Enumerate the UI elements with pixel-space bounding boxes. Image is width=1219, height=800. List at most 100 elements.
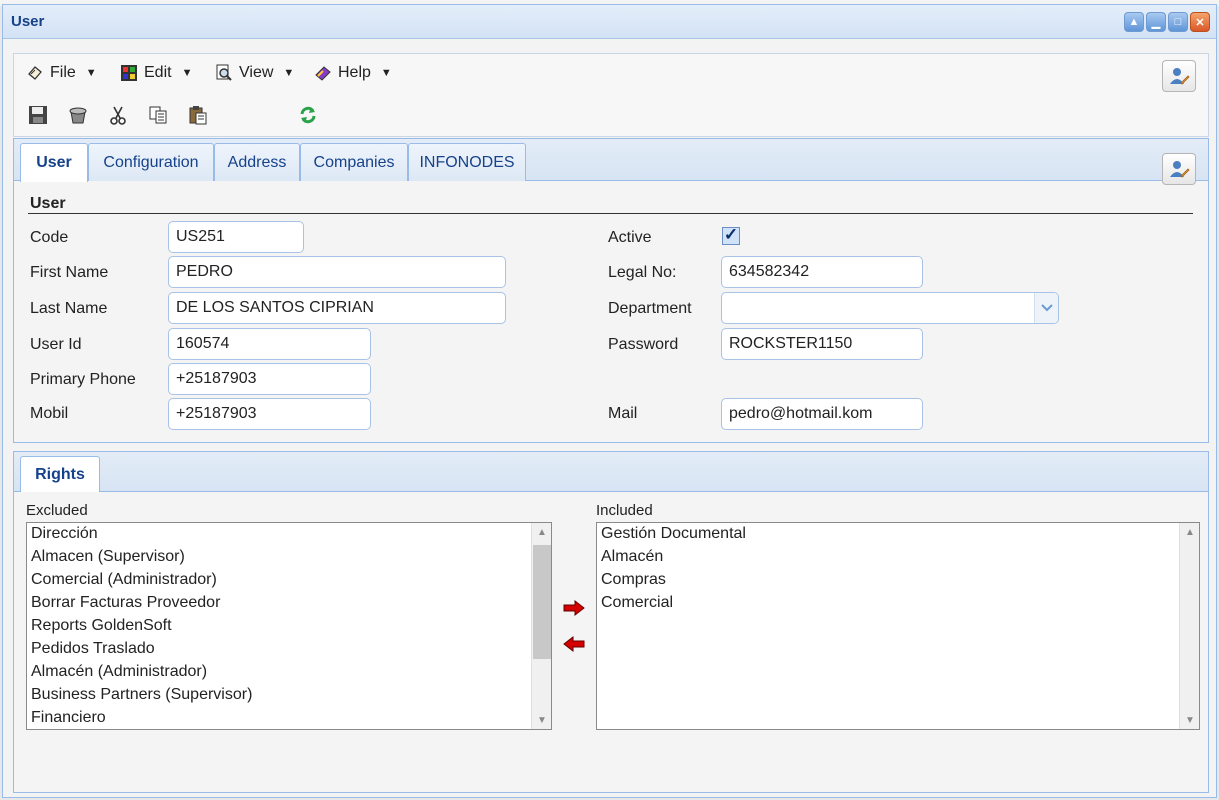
window-controls: ▲ ▁ □ ✕ [1124,12,1210,32]
list-item[interactable]: Almacén [597,546,1199,569]
list-item[interactable]: Compras [597,569,1199,592]
view-icon [216,64,232,81]
mobil-label: Mobil [30,405,69,422]
first-name-label: First Name [30,264,109,281]
menu-edit[interactable]: Edit ▼ [120,64,192,82]
user-section-title: User [30,195,66,212]
last-name-label: Last Name [30,300,108,317]
rights-tabstrip: Rights [14,452,1208,492]
department-label: Department [608,300,692,317]
list-item[interactable]: Gestión Documental [597,523,1199,546]
restore-icon[interactable]: ▲ [1124,12,1144,32]
excluded-label: Excluded [26,502,88,519]
code-field[interactable]: US251 [168,221,304,253]
scroll-down-icon[interactable]: ▼ [532,711,551,729]
user-edit-button[interactable] [1162,60,1196,92]
active-checkbox[interactable]: ✓ [722,226,740,245]
last-name-field[interactable]: DE LOS SANTOS CIPRIAN [168,292,506,324]
list-item[interactable]: Comercial (Administrador) [27,569,551,592]
list-item[interactable]: Pedidos Traslado [27,638,551,661]
included-list: Gestión Documental Almacén Compras Comercia… [597,523,1199,615]
chevron-down-icon: ▼ [85,67,97,79]
mail-field[interactable]: pedro@hotmail.kom [721,398,923,430]
window-title: User [11,13,45,30]
chevron-down-icon: ▼ [283,67,295,79]
list-item[interactable]: Financiero [27,707,551,729]
refresh-icon[interactable] [298,105,318,125]
excluded-scrollbar[interactable]: ▲ ▼ [531,523,551,729]
primary-phone-field[interactable]: +25187903 [168,363,371,395]
excluded-list: Dirección Almacen (Supervisor) Comercial (… [27,523,551,729]
chevron-down-icon: ▼ [380,67,392,79]
list-item[interactable]: Reports GoldenSoft [27,615,551,638]
scroll-up-icon[interactable]: ▲ [532,523,551,541]
user-edit-icon [1170,68,1190,85]
list-item[interactable]: Almacén (Administrador) [27,661,551,684]
tab-companies[interactable]: Companies [300,143,408,181]
mail-label: Mail [608,405,638,422]
scroll-thumb[interactable] [533,545,551,659]
mobil-field[interactable]: +25187903 [168,398,371,430]
minimize-icon[interactable]: ▁ [1146,12,1166,32]
edit-icon [121,65,137,81]
user-id-label: User Id [30,336,82,353]
menu-edit-label: Edit [144,64,172,81]
included-listbox[interactable]: Gestión Documental Almacén Compras Comercia… [596,522,1200,730]
help-icon [315,66,331,81]
included-scrollbar[interactable]: ▲ ▼ [1179,523,1199,729]
file-icon [28,66,42,80]
chevron-down-icon: ▼ [181,67,193,79]
menu-file[interactable]: File ▼ [26,64,97,82]
legal-no-label: Legal No: [608,264,677,281]
list-item[interactable]: Business Partners (Supervisor) [27,684,551,707]
section-divider [28,213,1193,214]
menubar: File ▼ Edit ▼ View ▼ Help ▼ [13,53,1209,95]
move-left-button[interactable] [562,634,586,654]
user-edit-icon [1170,161,1190,178]
tab-address[interactable]: Address [214,143,300,181]
window-titlebar[interactable]: User ▲ ▁ □ ✕ [3,5,1216,39]
list-item[interactable]: Borrar Facturas Proveedor [27,592,551,615]
code-label: Code [30,229,69,246]
password-field[interactable]: ROCKSTER1150 [721,328,923,360]
menu-view-label: View [239,64,274,81]
menu-help[interactable]: Help ▼ [314,64,392,82]
first-name-field[interactable]: PEDRO [168,256,506,288]
rights-panel: Rights Excluded Dirección Almacen (Superv… [13,451,1209,793]
user-id-field[interactable]: 160574 [168,328,371,360]
arrow-right-icon [563,600,585,616]
tab-rights[interactable]: Rights [20,456,100,492]
list-item[interactable]: Dirección [27,523,551,546]
legal-no-field[interactable]: 634582342 [721,256,923,288]
list-item[interactable]: Almacen (Supervisor) [27,546,551,569]
excluded-listbox[interactable]: Dirección Almacen (Supervisor) Comercial (… [26,522,552,730]
chevron-down-icon[interactable] [1034,293,1058,323]
delete-icon[interactable] [68,105,88,125]
tab-configuration[interactable]: Configuration [88,143,214,181]
user-edit-button-2[interactable] [1162,153,1196,185]
list-item[interactable]: Comercial [597,592,1199,615]
move-right-button[interactable] [562,598,586,618]
department-select[interactable] [721,292,1059,324]
paste-icon[interactable] [188,105,208,125]
user-tabpanel: User Configuration Address Companies INF… [13,138,1209,443]
tabstrip: User Configuration Address Companies INF… [14,139,1208,185]
maximize-icon[interactable]: □ [1168,12,1188,32]
primary-phone-label: Primary Phone [30,371,136,388]
save-icon[interactable] [28,105,48,125]
menu-help-label: Help [338,64,371,81]
tab-user[interactable]: User [20,143,88,182]
copy-icon[interactable] [148,105,168,125]
password-label: Password [608,336,679,353]
included-label: Included [596,502,653,519]
tab-infonodes[interactable]: INFONODES [408,143,526,181]
toolbar [13,95,1209,137]
user-window: User ▲ ▁ □ ✕ File ▼ Edit ▼ View ▼ Help ▼ [2,4,1217,798]
scroll-down-icon[interactable]: ▼ [1180,711,1199,729]
menu-view[interactable]: View ▼ [215,64,294,82]
close-icon[interactable]: ✕ [1190,12,1210,32]
menu-file-label: File [50,64,76,81]
cut-icon[interactable] [108,105,128,125]
scroll-up-icon[interactable]: ▲ [1180,523,1199,541]
arrow-left-icon [563,636,585,652]
